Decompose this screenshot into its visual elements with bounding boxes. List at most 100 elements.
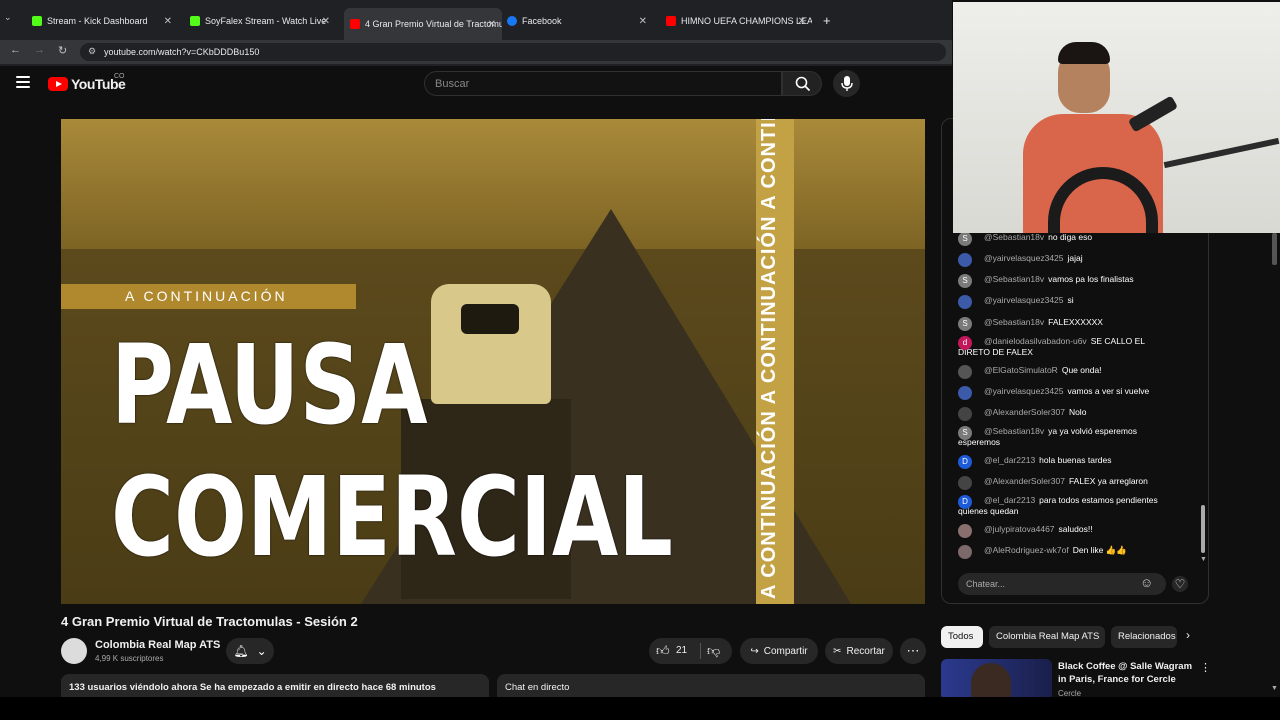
- back-icon[interactable]: ←: [10, 44, 21, 56]
- chat-author[interactable]: @el_dar2213: [984, 455, 1035, 465]
- chat-avatar[interactable]: D: [958, 455, 972, 469]
- bell-icon: 🔔︎: [233, 644, 249, 658]
- chat-avatar[interactable]: S: [958, 232, 972, 246]
- chat-author[interactable]: @yairvelasquez3425: [984, 253, 1064, 263]
- chat-message: @AlexanderSoler307 FALEX ya arreglaron: [958, 476, 1178, 490]
- new-tab-icon[interactable]: +: [823, 13, 831, 28]
- reload-icon[interactable]: ↻: [58, 44, 67, 57]
- chat-message: @julypiratova4467 saludos!!: [958, 524, 1178, 538]
- heart-icon[interactable]: ♡: [1172, 576, 1188, 592]
- chat-author[interactable]: @yairvelasquez3425: [984, 295, 1064, 305]
- chat-avatar[interactable]: [958, 365, 972, 379]
- chevron-down-icon: ⌄: [256, 644, 267, 658]
- chat-avatar[interactable]: d: [958, 336, 972, 350]
- chat-message: @yairvelasquez3425 jajaj: [958, 253, 1178, 267]
- divider: [0, 64, 952, 66]
- dislike-icon[interactable]: 👎︎: [707, 643, 720, 659]
- share-icon: ↪: [750, 645, 759, 657]
- chat-avatar[interactable]: S: [958, 274, 972, 288]
- browser-tab-1[interactable]: SoyFalex Stream - Watch Live ✕: [190, 10, 336, 32]
- close-icon[interactable]: ✕: [322, 16, 330, 27]
- emoji-icon[interactable]: ☺: [1140, 576, 1154, 590]
- more-actions-button[interactable]: ⋯: [900, 638, 926, 664]
- chat-message: S @Sebastian18v FALEXXXXXX: [958, 317, 1178, 331]
- share-button[interactable]: ↪ Compartir: [740, 638, 818, 664]
- kick-icon: [32, 16, 42, 26]
- chat-avatar[interactable]: S: [958, 426, 972, 440]
- chat-author[interactable]: @AlexanderSoler307: [984, 407, 1065, 417]
- close-icon[interactable]: ✕: [164, 16, 172, 27]
- chat-message: S @Sebastian18v ya ya volvió esperemos esp…: [958, 426, 1178, 448]
- scroll-down-icon[interactable]: ▼: [1200, 556, 1207, 563]
- chat-author[interactable]: @AlexanderSoler307: [984, 476, 1065, 486]
- chat-author[interactable]: @Sebastian18v: [984, 274, 1044, 284]
- search-button[interactable]: [782, 71, 822, 96]
- channel-avatar[interactable]: [61, 638, 87, 664]
- streamer-hair: [1058, 42, 1110, 64]
- youtube-icon: [666, 16, 676, 26]
- chat-avatar[interactable]: [958, 545, 972, 559]
- chat-author[interactable]: @Sebastian18v: [984, 426, 1044, 436]
- search-input[interactable]: Buscar: [424, 71, 782, 96]
- chat-author[interactable]: @AleRodriguez-wk7of: [984, 545, 1069, 555]
- close-icon[interactable]: ✕: [798, 16, 806, 27]
- scroll-down-icon[interactable]: ▼: [1271, 685, 1278, 692]
- notifications-button[interactable]: 🔔︎ ⌄: [226, 638, 274, 664]
- url-field[interactable]: ⚙ youtube.com/watch?v=CKbDDDBu150: [80, 43, 946, 61]
- browser-tab-4[interactable]: HIMNO UEFA CHAMPIONS LEAGUE✕: [666, 10, 812, 32]
- clip-button[interactable]: ✂ Recortar: [825, 638, 893, 664]
- chat-author[interactable]: @julypiratova4467: [984, 524, 1055, 534]
- chat-author[interactable]: @Sebastian18v: [984, 317, 1044, 327]
- forward-icon[interactable]: →: [34, 44, 45, 56]
- site-info-icon[interactable]: ⚙: [88, 46, 96, 57]
- chat-avatar[interactable]: [958, 407, 972, 421]
- chat-message: @AlexanderSoler307 Nolo: [958, 407, 1178, 421]
- more-vertical-icon[interactable]: ⋮: [1200, 661, 1211, 674]
- chat-avatar[interactable]: S: [958, 317, 972, 331]
- chip-all[interactable]: Todos: [941, 626, 983, 648]
- chat-author[interactable]: @yairvelasquez3425: [984, 386, 1064, 396]
- chat-avatar[interactable]: [958, 295, 972, 309]
- voice-search-button[interactable]: [833, 70, 860, 97]
- chat-avatar[interactable]: [958, 386, 972, 400]
- browser-tab-3[interactable]: Facebook ✕: [507, 10, 653, 32]
- address-bar: ← → ↻ ⚙ youtube.com/watch?v=CKbDDDBu150: [0, 40, 952, 64]
- chat-message: @AleRodriguez-wk7of Den like 👍👍: [958, 545, 1178, 559]
- chip-related[interactable]: Relacionados: [1111, 626, 1177, 648]
- chat-avatar[interactable]: [958, 524, 972, 538]
- chat-message: S @Sebastian18v vamos pa los finalistas: [958, 274, 1178, 288]
- chat-input[interactable]: Chatear...: [958, 573, 1166, 595]
- chat-author[interactable]: @Sebastian18v: [984, 232, 1044, 242]
- browser-tab-2[interactable]: 4 Gran Premio Virtual de Tractomulas ✕: [344, 8, 502, 40]
- chat-message: d @danielodasilvabadon-u6v SE CALLO EL DIR…: [958, 336, 1178, 358]
- browser-tab-0[interactable]: Stream - Kick Dashboard ✕: [32, 10, 178, 32]
- chat-text: saludos!!: [1058, 524, 1093, 534]
- chat-author[interactable]: @ElGatoSimulatoR: [984, 365, 1058, 375]
- channel-name[interactable]: Colombia Real Map ATS: [95, 639, 220, 651]
- chat-author[interactable]: @el_dar2213: [984, 495, 1035, 505]
- chat-avatar[interactable]: [958, 253, 972, 267]
- chat-text: jajaj: [1067, 253, 1083, 263]
- like-icon[interactable]: 👍︎: [656, 643, 670, 659]
- video-player[interactable]: A CONTINUACIÓN PAUSA COMERCIAL A CONTINU…: [61, 119, 925, 604]
- menu-icon[interactable]: [16, 76, 30, 88]
- youtube-play-icon: [48, 77, 68, 91]
- chat-avatar[interactable]: D: [958, 495, 972, 509]
- chat-author[interactable]: @danielodasilvabadon-u6v: [984, 336, 1087, 346]
- page-scrollbar[interactable]: [1272, 233, 1277, 265]
- recommendation-thumbnail[interactable]: [941, 659, 1052, 700]
- chat-avatar[interactable]: [958, 476, 972, 490]
- chip-channel[interactable]: Colombia Real Map ATS: [989, 626, 1105, 648]
- like-dislike-group: 👍︎ 21 👎︎: [649, 638, 732, 664]
- overlay-banner: A CONTINUACIÓN: [61, 284, 356, 309]
- chat-message: S @Sebastian18v no diga eso: [958, 232, 1178, 246]
- close-icon[interactable]: ✕: [639, 16, 647, 27]
- like-count: 21: [676, 645, 688, 656]
- chevron-right-icon[interactable]: ›: [1186, 628, 1190, 642]
- close-icon[interactable]: ✕: [488, 19, 496, 30]
- tab-search-icon[interactable]: ⌄: [4, 12, 12, 23]
- recommendation-title[interactable]: Black Coffee @ Salle Wagram in Paris, Fr…: [1058, 660, 1198, 686]
- overlay-strip: A CONTINUACIÓN A CONTINUACIÓN A CONTINUA…: [756, 119, 794, 604]
- chat-scrollbar[interactable]: [1201, 505, 1205, 553]
- chat-text: FALEX ya arreglaron: [1068, 476, 1148, 486]
